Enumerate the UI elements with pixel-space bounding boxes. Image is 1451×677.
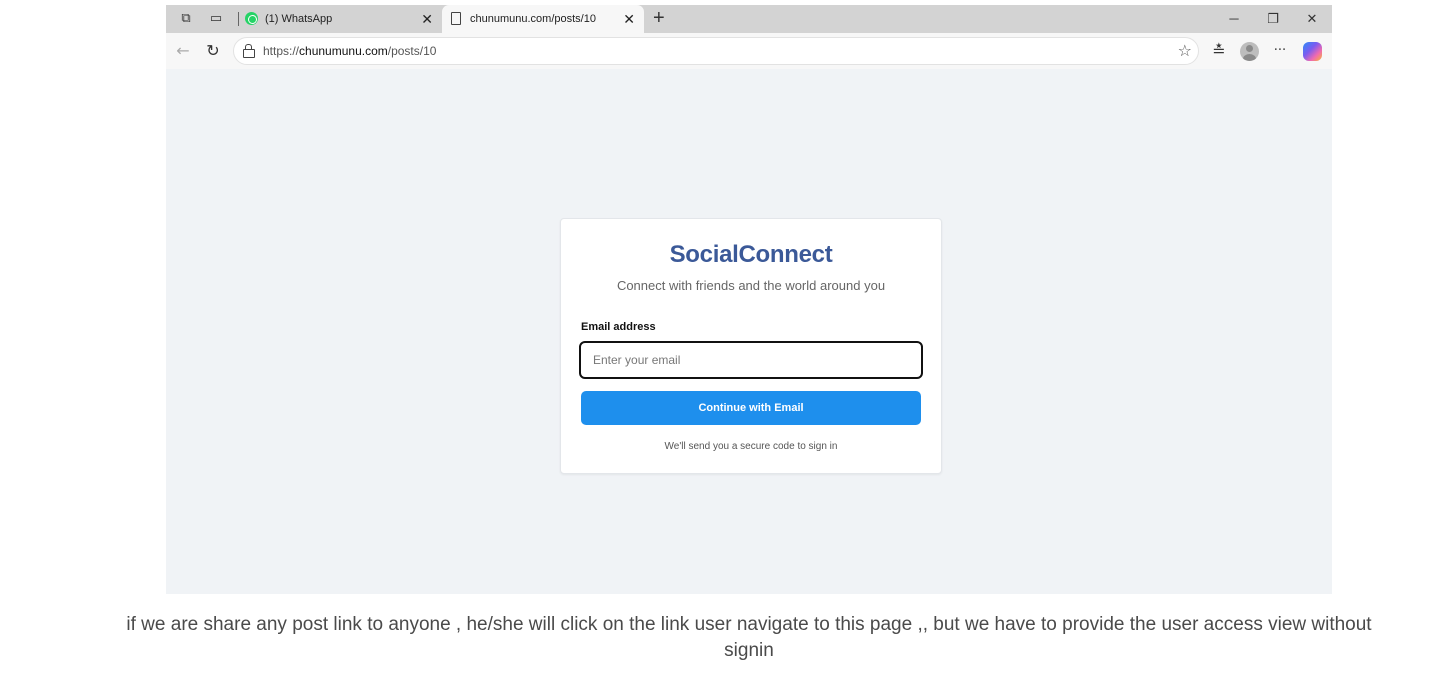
favorite-star-icon[interactable]: ☆ [1178, 41, 1192, 60]
more-options-icon[interactable]: ··· [1270, 41, 1290, 61]
address-url[interactable]: https://chunumunu.com/posts/10 [263, 38, 436, 64]
new-tab-button[interactable]: + [653, 5, 665, 33]
whatsapp-icon [245, 12, 258, 25]
sidebar-toggle-icon[interactable]: ▭ [208, 11, 224, 27]
profile-avatar-icon[interactable] [1240, 42, 1259, 61]
screenshot-caption: if we are share any post link to anyone … [126, 614, 1372, 661]
email-label: Email address [581, 321, 656, 333]
browser-toolbar: ← ↻ https://chunumunu.com/posts/10 ☆ ≛ ·… [166, 33, 1332, 69]
login-card: SocialConnect Connect with friends and t… [560, 218, 942, 474]
copilot-icon[interactable] [1303, 42, 1322, 61]
workspaces-icon[interactable]: ⧉ [178, 11, 194, 27]
sign-in-hint: We'll send you a secure code to sign in [664, 441, 838, 452]
minimize-button[interactable]: ─ [1219, 5, 1249, 33]
browser-window: ⧉ ▭ (1) WhatsApp ✕ chunumunu.com/posts/1… [166, 5, 1332, 594]
favorites-list-icon[interactable]: ≛ [1209, 41, 1229, 61]
tab-title: (1) WhatsApp [265, 13, 333, 25]
back-arrow-icon[interactable]: ← [173, 41, 193, 61]
restore-button[interactable]: ❐ [1258, 5, 1288, 33]
close-tab-icon[interactable]: ✕ [623, 5, 635, 33]
page-icon [451, 12, 461, 25]
address-bar[interactable]: https://chunumunu.com/posts/10 ☆ [233, 37, 1199, 65]
close-window-button[interactable]: ✕ [1297, 5, 1327, 33]
tab-chunumunu-post[interactable]: chunumunu.com/posts/10 ✕ [442, 5, 644, 33]
page-content: SocialConnect Connect with friends and t… [168, 69, 1330, 594]
lock-icon[interactable] [243, 44, 255, 58]
email-input[interactable] [579, 341, 923, 379]
tab-title: chunumunu.com/posts/10 [470, 13, 596, 25]
tab-divider [238, 12, 239, 26]
refresh-icon[interactable]: ↻ [203, 41, 223, 61]
tab-whatsapp[interactable]: (1) WhatsApp ✕ [242, 5, 442, 33]
continue-with-email-button[interactable]: Continue with Email [581, 391, 921, 425]
tagline: Connect with friends and the world aroun… [616, 278, 886, 293]
tab-bar: ⧉ ▭ (1) WhatsApp ✕ chunumunu.com/posts/1… [166, 5, 1332, 33]
brand-logo-text: SocialConnect [669, 241, 833, 268]
close-tab-icon[interactable]: ✕ [421, 5, 433, 33]
